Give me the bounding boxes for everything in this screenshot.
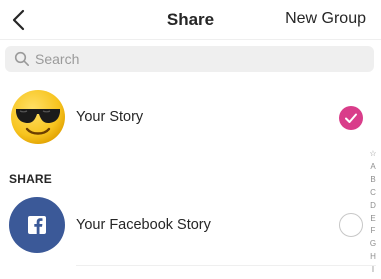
- index-letter[interactable]: D: [366, 200, 380, 213]
- your-story-row[interactable]: Your Story: [0, 88, 381, 148]
- new-group-button[interactable]: New Group: [285, 10, 366, 28]
- facebook-avatar: [9, 197, 65, 253]
- share-screen: Share New Group You: [0, 0, 381, 279]
- facebook-story-row[interactable]: Your Facebook Story: [0, 196, 381, 256]
- share-section-header: SHARE: [9, 172, 53, 186]
- alphabet-index[interactable]: ☆ A B C D E F G H I: [366, 148, 380, 277]
- search-bar[interactable]: [5, 46, 374, 72]
- checkmark-icon: [345, 113, 357, 123]
- facebook-icon: [28, 216, 46, 234]
- index-letter[interactable]: G: [366, 238, 380, 251]
- sunglasses-emoji-avatar: [11, 90, 65, 144]
- index-letter[interactable]: B: [366, 174, 380, 187]
- index-star[interactable]: ☆: [366, 148, 380, 161]
- search-input[interactable]: [35, 46, 355, 72]
- index-letter[interactable]: I: [366, 264, 380, 277]
- index-letter[interactable]: E: [366, 213, 380, 226]
- index-letter[interactable]: H: [366, 251, 380, 264]
- index-letter[interactable]: F: [366, 225, 380, 238]
- facebook-story-label: Your Facebook Story: [76, 217, 211, 233]
- facebook-story-checkbox[interactable]: [339, 213, 363, 237]
- index-letter[interactable]: C: [366, 187, 380, 200]
- your-story-label: Your Story: [76, 109, 144, 125]
- search-icon: [14, 51, 29, 66]
- index-letter[interactable]: A: [366, 161, 380, 174]
- your-story-checkbox[interactable]: [339, 106, 363, 130]
- header-bar: Share New Group: [0, 0, 381, 40]
- row-divider: [76, 265, 376, 266]
